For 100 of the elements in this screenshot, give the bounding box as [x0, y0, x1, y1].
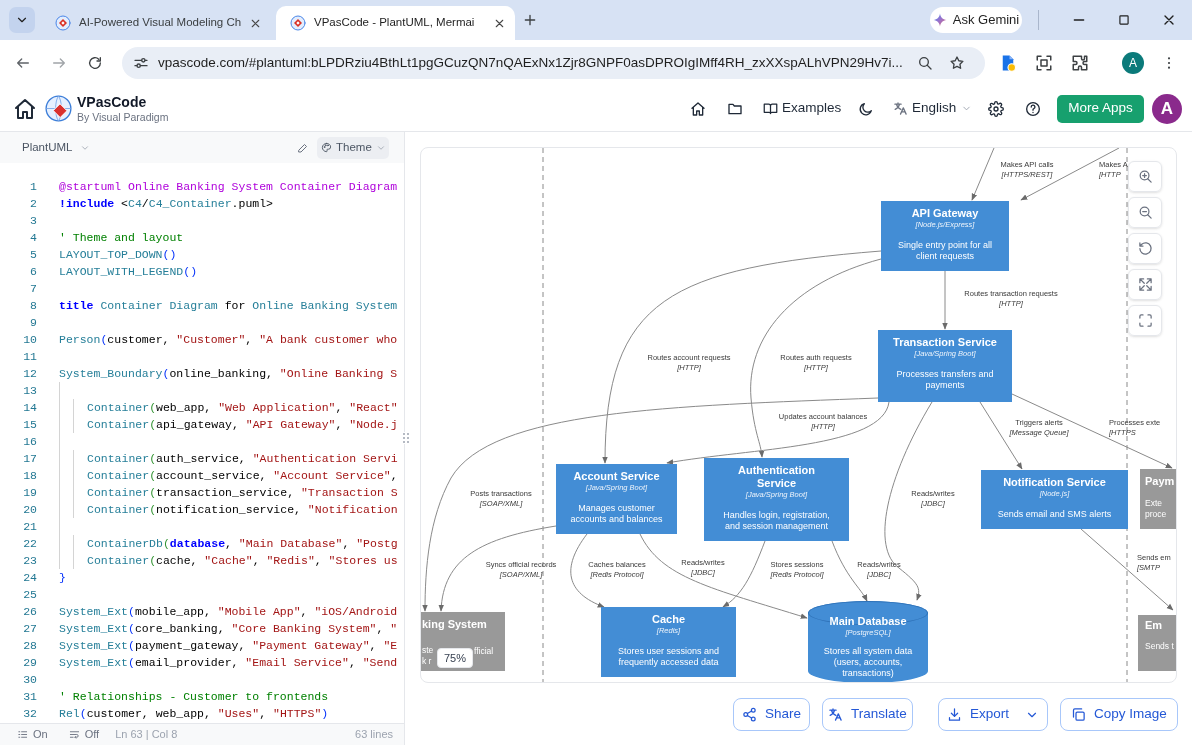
line-number: 22 — [22, 535, 37, 552]
puzzle-icon[interactable] — [1071, 54, 1089, 72]
line-number: 14 — [22, 399, 37, 416]
node-description: Single entry point for all client requests — [897, 240, 993, 262]
export-button[interactable]: Export — [938, 698, 1048, 731]
node-title: Cache — [652, 613, 685, 626]
zoom-percentage: 75% — [437, 648, 473, 668]
code-line: Container(account_service, "Account Service", — [87, 467, 398, 484]
line-number: 27 — [22, 620, 37, 637]
code-line: Container(cache, "Cache", "Redis", "Stores us — [87, 552, 398, 569]
zoom-icon[interactable] — [917, 55, 933, 71]
line-number: 1 — [29, 178, 37, 195]
relationship-arrow — [942, 270, 948, 330]
zoom-control-button[interactable] — [1128, 269, 1162, 300]
code-line: System_Ext(core_banking, "Core Banking System", " — [59, 620, 398, 637]
line-number: 24 — [22, 569, 37, 586]
share-icon — [742, 707, 757, 722]
list-icon — [17, 729, 28, 740]
sparkle-icon — [932, 13, 947, 27]
theme-button[interactable]: Theme — [317, 136, 389, 159]
line-number: 29 — [22, 654, 37, 671]
line-number: 20 — [22, 501, 37, 518]
code-line: System_Boundary(online_banking, "Online Banking S — [59, 365, 398, 382]
line-number: 21 — [22, 518, 37, 535]
code-line: Container(transaction_service, "Transaction S — [87, 484, 398, 501]
address-bar[interactable]: vpascode.com/#plantuml:bLPDRziu4BthLt1pgGCuzQN7nQAExNx1Zjr8GNPF0asDPROIgIMff4RH_zxXXspALhVPN29Hv7i... — [122, 47, 985, 79]
user-avatar[interactable]: A — [1152, 93, 1182, 124]
node-description: Handles login, registration, and session management — [723, 510, 830, 532]
line-number: 16 — [22, 433, 37, 450]
screen-capture-icon[interactable] — [1035, 54, 1053, 72]
status-toggle[interactable]: Off — [68, 726, 100, 743]
node-description: fficial — [474, 646, 494, 657]
tab-list-button[interactable] — [9, 7, 35, 33]
node-title: API Gateway — [911, 207, 979, 220]
browser-tab[interactable]: AI-Powered Visual Modeling Ch — [41, 6, 271, 40]
maximize-icon[interactable] — [1117, 13, 1131, 27]
code-line: ContainerDb(database, "Main Database", "Postg — [87, 535, 398, 552]
status-toggle[interactable]: On — [17, 726, 48, 743]
new-tab-icon[interactable] — [522, 12, 538, 28]
translate-icon — [893, 101, 908, 116]
code-line: title Container Diagram for Online Banking System — [59, 297, 398, 314]
node-description: Processes transfers and payments — [896, 369, 994, 391]
settings-icon[interactable] — [988, 100, 1004, 117]
download-icon — [947, 707, 962, 722]
line-number: 2 — [29, 195, 37, 212]
code-line: } — [59, 569, 66, 586]
back-arrow-icon[interactable] — [15, 55, 31, 71]
code-line: System_Ext(mobile_app, "Mobile App", "iOS/Android — [59, 603, 398, 620]
fullscreen-icon — [1137, 313, 1153, 328]
language-select[interactable]: English — [893, 98, 968, 119]
line-number: 15 — [22, 416, 37, 433]
moon-icon[interactable] — [858, 100, 874, 117]
translate-icon — [828, 707, 844, 722]
copy-icon — [1071, 707, 1087, 722]
syntax-dropdown[interactable]: PlantUML — [22, 138, 90, 157]
node-description: Sends t — [1145, 641, 1174, 652]
translate-button[interactable]: Translate — [822, 698, 913, 731]
diagram-canvas[interactable] — [420, 147, 1177, 683]
line-number: 8 — [29, 297, 37, 314]
browser-tab[interactable]: VPasCode - PlantUML, Mermai — [276, 6, 515, 40]
node-title: Transaction Service — [893, 336, 997, 349]
line-number: 32 — [22, 705, 37, 722]
home-icon[interactable] — [690, 100, 706, 117]
ask-gemini-button[interactable]: Ask Gemini — [930, 7, 1022, 33]
zoom-control-button[interactable] — [1128, 161, 1162, 192]
node-title: Main Database — [829, 615, 907, 628]
zoom-control-button[interactable] — [1128, 197, 1162, 228]
line-number: 28 — [22, 637, 37, 654]
node-description: Stores user sessions and frequently accessed data — [617, 646, 720, 668]
zoom-control-button[interactable] — [1128, 233, 1162, 264]
code-line: Container(api_gateway, "API Gateway", "Node.j — [87, 416, 398, 433]
book-icon — [763, 101, 778, 116]
profile-avatar[interactable]: A — [1122, 52, 1144, 74]
node-title: Notification Service — [1003, 476, 1106, 489]
code-line: Container(auth_service, "Authentication Servi — [87, 450, 398, 467]
share-button[interactable]: Share — [733, 698, 810, 731]
line-number: 11 — [22, 348, 37, 365]
line-number: 3 — [29, 212, 37, 229]
help-icon[interactable] — [1025, 100, 1041, 117]
wrap-icon — [68, 729, 80, 740]
node-description: Exte proce — [1145, 498, 1167, 520]
node-title: Authentication Service — [737, 464, 816, 490]
node-title: Account Service — [573, 470, 660, 483]
code-line: Container(web_app, "Web Application", "React" — [87, 399, 398, 416]
code-line: System_Ext(payment_gateway, "Payment Gateway", "E — [59, 637, 398, 654]
site-settings-icon[interactable] — [133, 55, 149, 71]
line-number: 18 — [22, 467, 37, 484]
home-icon[interactable] — [13, 96, 37, 121]
copy-button[interactable]: Copy Image — [1060, 698, 1178, 731]
bookmark-star-icon[interactable] — [949, 55, 965, 71]
code-line: Rel(customer, web_app, "Uses", "HTTPS") — [59, 705, 329, 722]
cursor-position: Ln 63 | Col 8 — [115, 727, 178, 743]
line-number: 5 — [29, 246, 37, 263]
reload-icon[interactable] — [87, 55, 103, 71]
node-title: king System — [422, 618, 487, 631]
drag-handle-icon[interactable] — [402, 432, 410, 444]
code-line: @startuml Online Banking System Container Diagram — [59, 178, 398, 195]
code-line: LAYOUT_TOP_DOWN() — [59, 246, 177, 263]
code-line: System_Ext(email_provider, "Email Service", "Send — [59, 654, 398, 671]
pencil-icon[interactable] — [297, 141, 309, 154]
